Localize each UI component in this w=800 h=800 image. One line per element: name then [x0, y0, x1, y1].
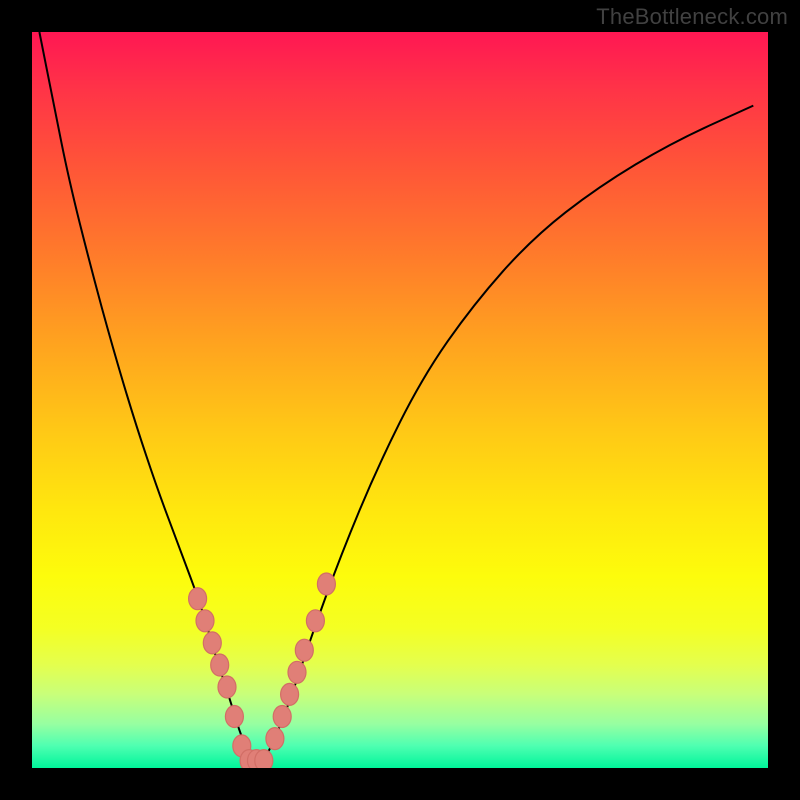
highlight-marker — [273, 706, 291, 728]
highlight-marker — [281, 683, 299, 705]
highlight-marker — [266, 728, 284, 750]
highlight-marker — [317, 573, 335, 595]
highlight-marker — [295, 639, 313, 661]
highlight-markers — [189, 573, 336, 768]
highlight-marker — [288, 661, 306, 683]
highlight-marker — [189, 588, 207, 610]
highlight-marker — [211, 654, 229, 676]
bottleneck-curve — [39, 32, 753, 761]
highlight-marker — [218, 676, 236, 698]
watermark-text: TheBottleneck.com — [596, 4, 788, 30]
highlight-marker — [225, 706, 243, 728]
highlight-marker — [306, 610, 324, 632]
highlight-marker — [196, 610, 214, 632]
chart-container: TheBottleneck.com — [0, 0, 800, 800]
plot-area — [32, 32, 768, 768]
highlight-marker — [203, 632, 221, 654]
highlight-marker — [255, 750, 273, 768]
bottleneck-chart-svg — [32, 32, 768, 768]
